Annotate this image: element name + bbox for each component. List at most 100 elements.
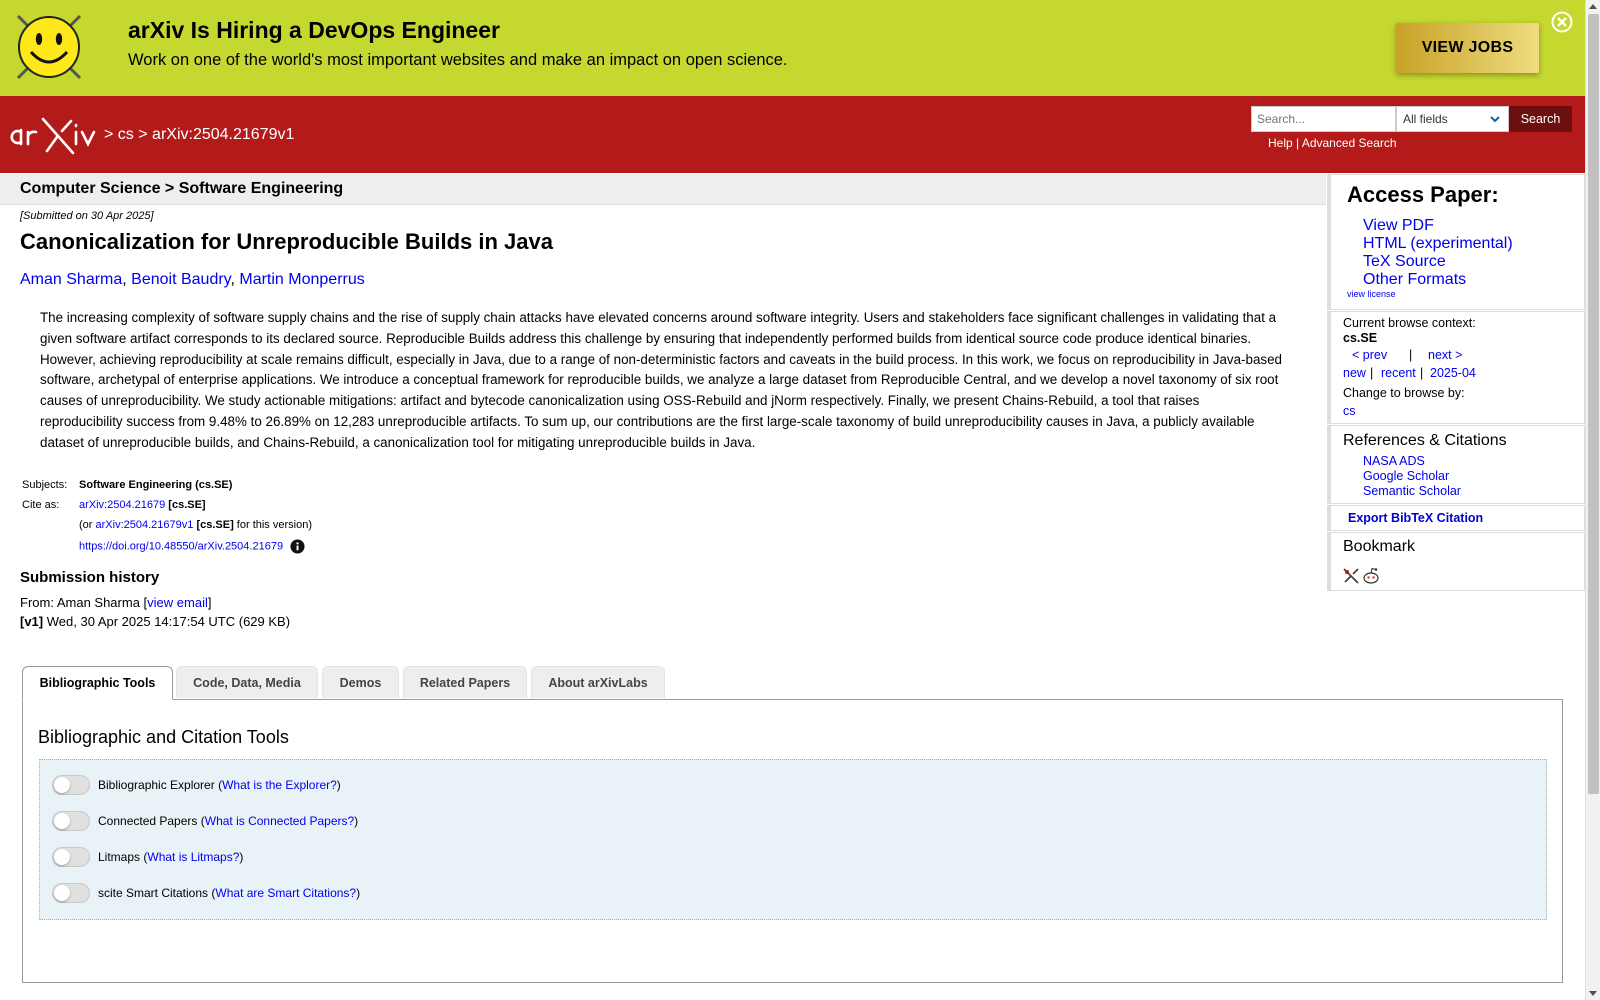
breadcrumb-cs[interactable]: cs <box>118 126 134 143</box>
from-suffix: ] <box>207 595 212 610</box>
submission-from: From: Aman Sharma [view email] <box>20 595 211 610</box>
submitted-date: [Submitted on 30 Apr 2025] <box>20 210 154 222</box>
prev-link[interactable]: < prev <box>1352 348 1387 362</box>
banner-text: Work on one of the world's most importan… <box>128 51 788 69</box>
context-label: Current browse context: <box>1343 316 1476 330</box>
scroll-up-icon[interactable] <box>1589 4 1597 9</box>
tool-row-connected-papers: Connected Papers (What is Connected Pape… <box>52 811 358 831</box>
cite-id-link[interactable]: arXiv:2504.21679 <box>79 499 165 511</box>
search-field-select[interactable]: All fields <box>1396 106 1509 132</box>
author-link[interactable]: Aman Sharma <box>20 271 122 288</box>
tab-about-arxivlabs[interactable]: About arXivLabs <box>531 666 665 698</box>
recent-link[interactable]: recent <box>1381 366 1416 380</box>
new-link[interactable]: new <box>1343 366 1366 380</box>
change-browse-label: Change to browse by: <box>1343 386 1465 400</box>
tool-help-link[interactable]: What is Connected Papers? <box>205 814 354 828</box>
tool-row-litmaps: Litmaps (What is Litmaps?) <box>52 847 243 867</box>
bibliographic-tools-panel: Bibliographic and Citation Tools Bibliog… <box>22 699 1563 983</box>
tab-code-data-media[interactable]: Code, Data, Media <box>176 666 318 698</box>
bookmark-box: Bookmark <box>1327 532 1585 591</box>
bookmark-icons <box>1342 567 1380 585</box>
tool-name: Connected Papers <box>98 814 198 828</box>
scrollbar-thumb[interactable] <box>1588 14 1599 794</box>
banner-title: arXiv Is Hiring a DevOps Engineer <box>128 17 500 43</box>
search-field-value: All fields <box>1403 112 1448 126</box>
page-scrollbar[interactable] <box>1585 0 1600 1000</box>
view-pdf-link[interactable]: View PDF <box>1363 217 1434 235</box>
subjects-value: Software Engineering (cs.SE) <box>79 479 233 491</box>
view-license-link[interactable]: view license <box>1347 289 1396 299</box>
bibsonomy-icon[interactable] <box>1342 567 1360 585</box>
tool-name: Bibliographic Explorer <box>98 778 215 792</box>
search-input[interactable] <box>1251 106 1396 132</box>
panel-title: Bibliographic and Citation Tools <box>38 727 289 747</box>
search-button[interactable]: Search <box>1509 106 1572 132</box>
tex-source-link[interactable]: TeX Source <box>1363 253 1446 271</box>
smiley-logo-icon <box>16 14 82 80</box>
advanced-search-link[interactable]: Advanced Search <box>1302 136 1397 150</box>
link-separator: | <box>1296 136 1300 150</box>
hiring-banner: arXiv Is Hiring a DevOps Engineer Work o… <box>0 0 1585 96</box>
chevron-down-icon <box>1490 116 1500 123</box>
info-icon[interactable] <box>290 539 305 554</box>
litmaps-toggle[interactable] <box>52 847 90 867</box>
references-box: References & Citations NASA ADS Google S… <box>1327 425 1585 504</box>
connected-papers-toggle[interactable] <box>52 811 90 831</box>
tool-help-link[interactable]: What are Smart Citations? <box>215 886 356 900</box>
tab-related-papers[interactable]: Related Papers <box>403 666 527 698</box>
breadcrumb-separator: > <box>138 126 148 143</box>
author-link[interactable]: Benoit Baudry <box>131 271 230 288</box>
authors: Aman Sharma, Benoit Baudry, Martin Monpe… <box>20 271 365 288</box>
browse-cs-link[interactable]: cs <box>1343 404 1356 418</box>
html-link[interactable]: HTML (experimental) <box>1363 235 1513 253</box>
abstract: The increasing complexity of software su… <box>40 310 1282 450</box>
breadcrumb-separator: > <box>104 126 114 143</box>
subject-bar: Computer Science > Software Engineering <box>0 174 1326 205</box>
subjects-label: Subjects: <box>22 479 68 491</box>
next-link[interactable]: next > <box>1428 348 1462 362</box>
references-title: References & Citations <box>1343 432 1507 449</box>
version-label: [v1] <box>20 614 44 629</box>
author-link[interactable]: Martin Monperrus <box>239 271 364 288</box>
scite-toggle[interactable] <box>52 883 90 903</box>
nav-separator: | <box>1370 366 1374 380</box>
version-date: Wed, 30 Apr 2025 14:17:54 UTC (629 KB) <box>46 614 291 629</box>
bibliographic-explorer-toggle[interactable] <box>52 775 90 795</box>
submission-history-title: Submission history <box>20 569 160 586</box>
paper-title: Canonicalization for Unreproducible Buil… <box>20 229 553 254</box>
breadcrumb: > cs > arXiv:2504.21679v1 <box>104 126 294 144</box>
browse-context-box: Current browse context: cs.SE < prev | n… <box>1327 311 1585 424</box>
scroll-down-icon[interactable] <box>1589 991 1597 996</box>
semantic-scholar-link[interactable]: Semantic Scholar <box>1363 484 1461 498</box>
tool-help-link[interactable]: What is Litmaps? <box>147 850 239 864</box>
nasa-ads-link[interactable]: NASA ADS <box>1363 454 1425 468</box>
tab-demos[interactable]: Demos <box>322 666 399 698</box>
cite-version-tag: [cs.SE] <box>196 519 234 531</box>
site-header: > cs > arXiv:2504.21679v1 All fields Sea… <box>0 96 1585 173</box>
cite-version-link[interactable]: arXiv:2504.21679v1 <box>96 519 194 531</box>
tab-bibliographic-tools[interactable]: Bibliographic Tools <box>22 666 173 700</box>
reddit-icon[interactable] <box>1362 567 1380 585</box>
cite-label: Cite as: <box>22 499 60 511</box>
view-jobs-button[interactable]: VIEW JOBS <box>1396 23 1539 73</box>
help-link[interactable]: Help <box>1268 136 1293 150</box>
doi-link[interactable]: https://doi.org/10.48550/arXiv.2504.2167… <box>79 540 283 552</box>
nav-separator: | <box>1420 366 1424 380</box>
nav-separator: | <box>1409 348 1413 362</box>
export-box: Export BibTeX Citation <box>1327 505 1585 531</box>
month-link[interactable]: 2025-04 <box>1430 366 1476 380</box>
sidebar: Access Paper: View PDF HTML (experimenta… <box>1327 174 1585 591</box>
google-scholar-link[interactable]: Google Scholar <box>1363 469 1449 483</box>
access-paper-title: Access Paper: <box>1347 182 1499 207</box>
tool-name: scite Smart Citations <box>98 886 209 900</box>
tool-help-link[interactable]: What is the Explorer? <box>222 778 337 792</box>
close-banner-icon[interactable] <box>1551 11 1573 33</box>
tools-list: Bibliographic Explorer (What is the Expl… <box>39 759 1547 920</box>
other-formats-link[interactable]: Other Formats <box>1363 271 1466 289</box>
metadata-table: Subjects: Software Engineering (cs.SE) C… <box>20 478 314 558</box>
bookmark-title: Bookmark <box>1343 538 1416 555</box>
export-bibtex-link[interactable]: Export BibTeX Citation <box>1348 511 1483 525</box>
view-email-link[interactable]: view email <box>147 595 208 610</box>
arxiv-logo[interactable] <box>9 115 101 155</box>
tool-row-scite: scite Smart Citations (What are Smart Ci… <box>52 883 360 903</box>
